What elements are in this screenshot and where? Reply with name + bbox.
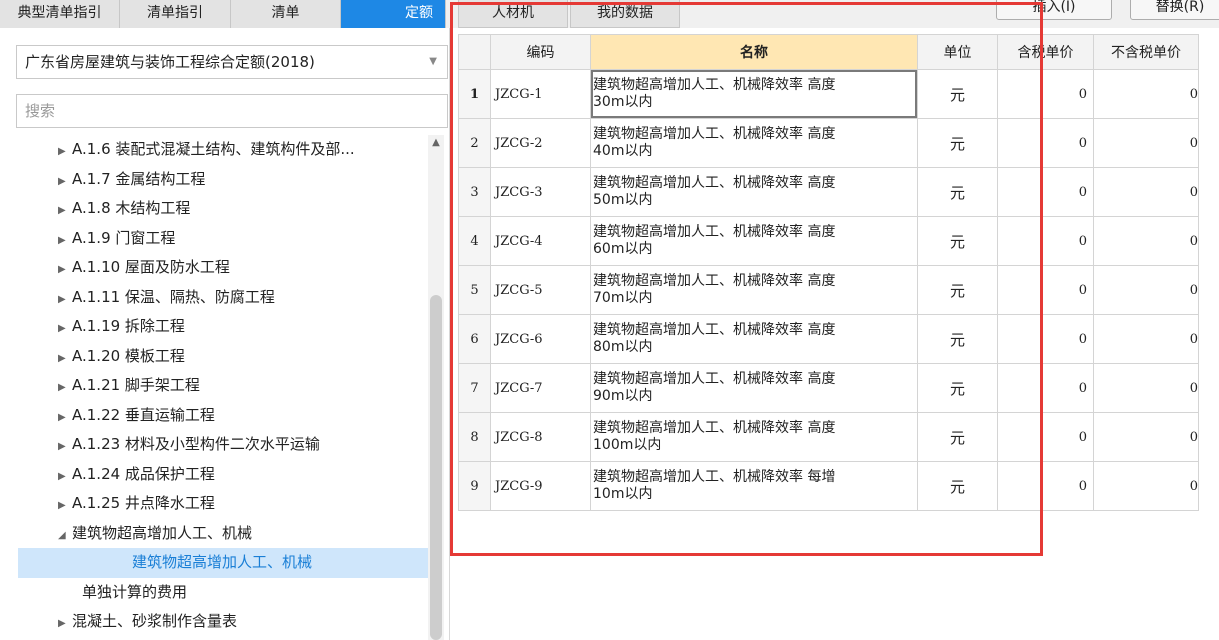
tree-node[interactable]: ▶ A.1.24 成品保护工程: [0, 460, 428, 490]
chevron-right-icon[interactable]: ▶: [58, 167, 72, 197]
scrollbar-thumb[interactable]: [430, 295, 442, 640]
price-without-tax-cell[interactable]: 0: [1093, 461, 1199, 511]
chevron-right-icon[interactable]: ▶: [58, 609, 72, 639]
chevron-right-icon[interactable]: ▶: [58, 491, 72, 521]
price-without-tax-cell[interactable]: 0: [1093, 412, 1199, 462]
price-without-tax-cell[interactable]: 0: [1093, 167, 1199, 217]
price-without-tax-cell[interactable]: 0: [1093, 363, 1199, 413]
replace-button[interactable]: 替换(R): [1130, 0, 1219, 20]
chevron-right-icon[interactable]: ▶: [58, 403, 72, 433]
tree-node[interactable]: ▶ A.1.6 装配式混凝土结构、建筑构件及部...: [0, 135, 428, 165]
quota-library-select[interactable]: 广东省房屋建筑与装饰工程综合定额(2018) ▼: [16, 45, 448, 79]
price-without-tax-cell[interactable]: 0: [1093, 69, 1199, 119]
quota-library-panel: 广东省房屋建筑与装饰工程综合定额(2018) ▼ 搜索 ▶ A.1.6 装配式混凝…: [0, 28, 450, 640]
tree-node[interactable]: ▶ A.1.20 模板工程: [0, 342, 428, 372]
chevron-right-icon[interactable]: ▶: [58, 432, 72, 462]
price-without-tax-cell[interactable]: 0: [1093, 216, 1199, 266]
chevron-right-icon[interactable]: ▶: [58, 226, 72, 256]
chevron-right-icon[interactable]: ▶: [58, 344, 72, 374]
annotation-highlight-box: [450, 2, 1043, 556]
column-header-price-without-tax[interactable]: 不含税单价: [1093, 34, 1199, 70]
tree-node[interactable]: ▶ 混凝土、砂浆制作含量表: [0, 607, 428, 637]
chevron-right-icon[interactable]: ▶: [58, 314, 72, 344]
tab-list[interactable]: 清单: [231, 0, 341, 28]
chevron-down-icon[interactable]: ◢: [58, 521, 72, 551]
tree-scrollbar[interactable]: ▲: [428, 135, 444, 640]
tree-node[interactable]: ▶ A.1.22 垂直运输工程: [0, 401, 428, 431]
chevron-right-icon[interactable]: ▶: [58, 285, 72, 315]
chevron-right-icon[interactable]: ▶: [58, 373, 72, 403]
tree-node[interactable]: ▶ A.1.8 木结构工程: [0, 194, 428, 224]
tab-typical-list-guide[interactable]: 典型清单指引: [0, 0, 120, 28]
tree-node[interactable]: ▶ A.1.11 保温、隔热、防腐工程: [0, 283, 428, 313]
tree-node[interactable]: 单独计算的费用: [0, 578, 428, 608]
tree-node[interactable]: ▶ A.1.7 金属结构工程: [0, 165, 428, 195]
tree-node-expanded[interactable]: ◢ 建筑物超高增加人工、机械: [0, 519, 428, 549]
chevron-right-icon[interactable]: ▶: [58, 196, 72, 226]
chevron-down-icon[interactable]: ▼: [429, 46, 437, 78]
tree-node[interactable]: ▶ A.1.19 拆除工程: [0, 312, 428, 342]
left-tab-group: 典型清单指引 清单指引 清单 定额: [0, 0, 446, 28]
tree-node[interactable]: ▶ A.1.23 材料及小型构件二次水平运输: [0, 430, 428, 460]
chevron-right-icon[interactable]: ▶: [58, 462, 72, 492]
price-without-tax-cell[interactable]: 0: [1093, 314, 1199, 364]
search-input[interactable]: 搜索: [16, 94, 448, 128]
tab-quota[interactable]: 定额: [341, 0, 446, 28]
quota-library-selected-value: 广东省房屋建筑与装饰工程综合定额(2018): [25, 53, 315, 71]
chevron-right-icon[interactable]: ▶: [58, 255, 72, 285]
scroll-up-icon[interactable]: ▲: [428, 135, 444, 151]
tab-list-guide[interactable]: 清单指引: [120, 0, 231, 28]
price-without-tax-cell[interactable]: 0: [1093, 118, 1199, 168]
price-without-tax-cell[interactable]: 0: [1093, 265, 1199, 315]
tree-node[interactable]: ▶ A.1.21 脚手架工程: [0, 371, 428, 401]
tree-node[interactable]: ▶ A.1.9 门窗工程: [0, 224, 428, 254]
chevron-right-icon[interactable]: ▶: [58, 137, 72, 167]
tree-node-selected[interactable]: 建筑物超高增加人工、机械: [18, 548, 428, 578]
quota-chapter-tree: ▶ A.1.6 装配式混凝土结构、建筑构件及部... ▶ A.1.7 金属结构工程 …: [0, 135, 428, 637]
tree-node[interactable]: ▶ A.1.25 井点降水工程: [0, 489, 428, 519]
tree-node[interactable]: ▶ A.1.10 屋面及防水工程: [0, 253, 428, 283]
